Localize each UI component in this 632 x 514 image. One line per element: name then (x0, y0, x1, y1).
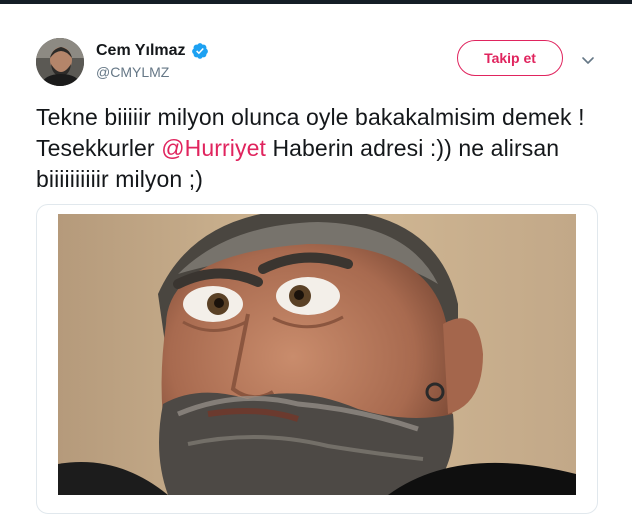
profile-photo-icon (36, 38, 84, 86)
user-handle[interactable]: @CMYLMZ (96, 64, 169, 80)
photo-image-icon[interactable] (58, 214, 576, 495)
mention-link[interactable]: @Hurriyet (161, 135, 266, 161)
display-name[interactable]: Cem Yılmaz (96, 42, 186, 60)
tweet-text: Tekne biiiiir milyon olunca oyle bakakal… (36, 102, 616, 195)
verified-badge-icon (191, 42, 209, 60)
follow-button[interactable]: Takip et (457, 40, 563, 76)
chevron-down-icon[interactable] (578, 50, 598, 70)
name-row: Cem Yılmaz (96, 40, 209, 62)
media-card[interactable] (36, 204, 598, 514)
tweet: Cem Yılmaz @CMYLMZ Takip et Tekne biiiii… (0, 4, 632, 514)
avatar[interactable] (36, 38, 84, 86)
